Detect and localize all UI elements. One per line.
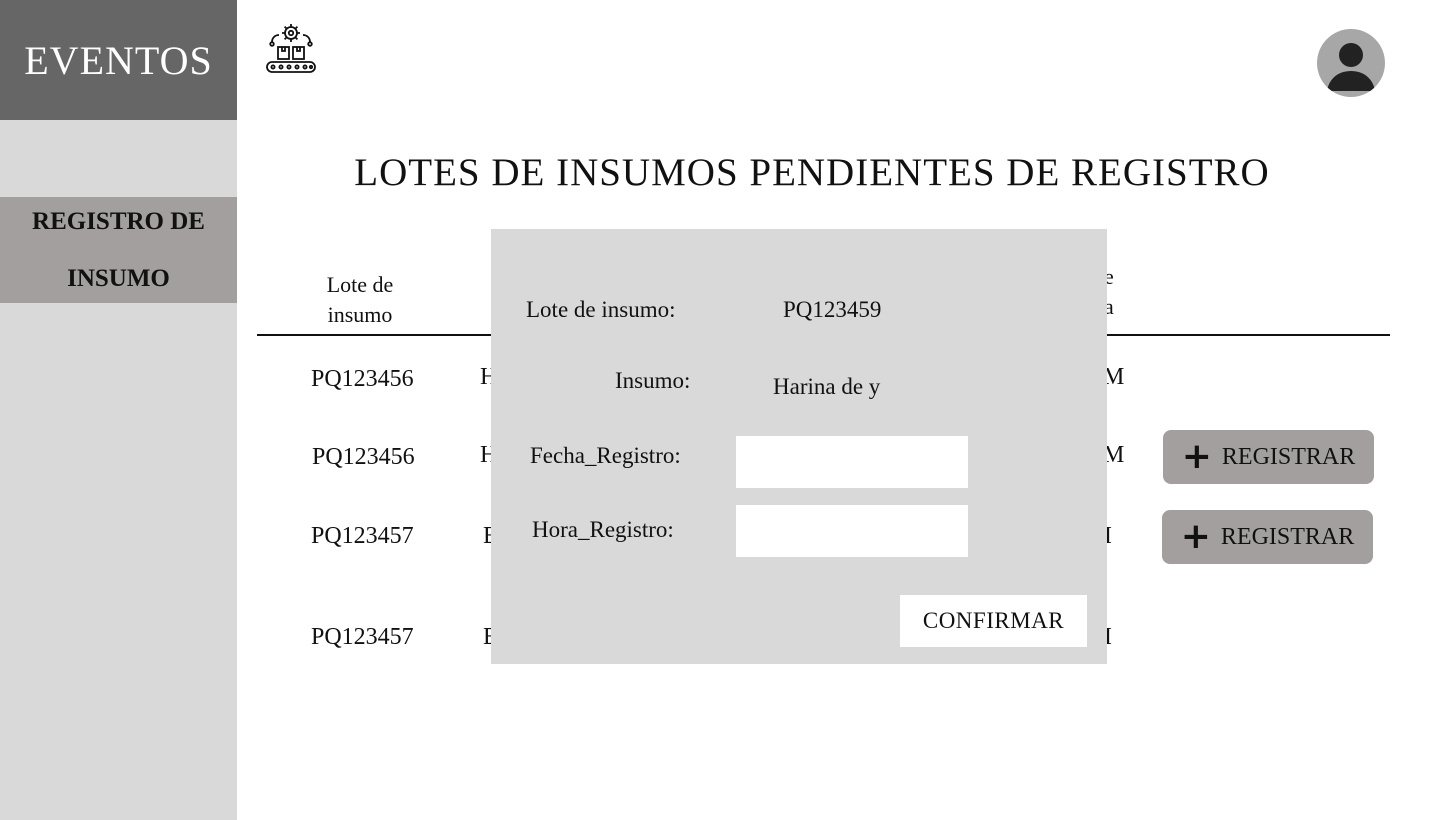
column-header-lote: Lote de insumo [300,270,420,330]
hora-registro-input[interactable] [736,505,968,557]
column-header-lote-line1: Lote de [326,272,394,297]
table-row-4-lote: PQ123457 [311,624,414,650]
modal-lote-label: Lote de insumo: [526,297,676,322]
confirm-button[interactable]: CONFIRMAR [900,595,1087,647]
sidebar-item-label-line2: INSUMO [67,265,170,292]
register-button-label: REGISTRAR [1220,523,1355,550]
plus-icon: + [1181,436,1212,477]
modal-hora-label: Hora_Registro: [532,517,674,542]
sidebar-item-registro-de-insumo[interactable]: REGISTRO DE INSUMO [0,197,237,303]
register-button-label: REGISTRAR [1221,443,1356,470]
table-row-3-lote: PQ123457 [311,523,414,549]
register-button-row-3[interactable]: + REGISTRAR [1162,510,1373,564]
sidebar: EVENTOS REGISTRO DE INSUMO [0,0,237,820]
sidebar-item-label-line1: REGISTRO DE [32,208,205,235]
plus-icon: + [1180,516,1211,557]
modal-insumo-label: Insumo: [615,368,691,393]
fecha-registro-input[interactable] [736,436,968,488]
column-header-partial: e a [1104,262,1128,322]
modal-insumo-value: Harina de y [773,374,881,399]
table-row-1-lote: PQ123456 [311,366,414,392]
register-modal: Lote de insumo: PQ123459 Insumo: Harina … [491,229,1107,664]
page-title: LOTES DE INSUMOS PENDIENTES DE REGISTRO [354,151,1270,194]
table-row-2-lote: PQ123456 [312,444,415,470]
user-avatar-icon[interactable] [1317,29,1385,97]
modal-lote-value: PQ123459 [783,297,882,322]
register-button-row-2[interactable]: + REGISTRAR [1163,430,1374,484]
app-brand: EVENTOS [0,0,237,120]
column-header-lote-line2: insumo [327,302,393,327]
column-header-partial-line1: e [1104,264,1114,289]
column-header-partial-line2: a [1104,294,1114,319]
modal-fecha-label: Fecha_Registro: [530,443,681,468]
conveyor-gear-icon [262,20,320,78]
